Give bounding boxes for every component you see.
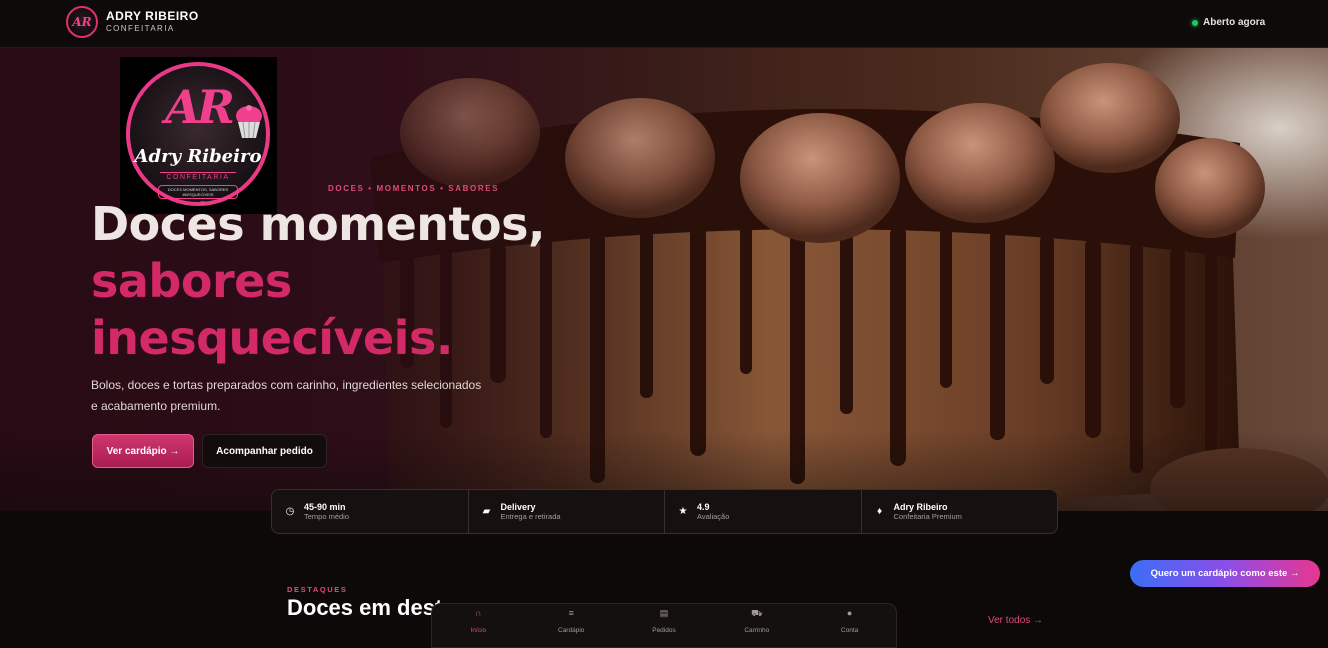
brand-logo: AR (66, 6, 98, 38)
stat-title: 45-90 min (304, 501, 346, 512)
brand-text: ADRY RIBEIRO CONFEITARIA (106, 10, 199, 34)
open-status-label: Aberto agora (1203, 17, 1266, 28)
stat-subtitle: Tempo médio (304, 511, 350, 521)
headline-line-2: sabores (91, 254, 292, 308)
stat-subtitle: Entrega e retirada (500, 511, 561, 521)
highlights-eyebrow: DESTAQUES (287, 585, 348, 594)
headline-line-3: inesquecíveis. (91, 311, 453, 365)
stat-subtitle: Avaliação (697, 511, 730, 521)
nav-label: Conta (840, 627, 859, 634)
stat-subtitle: Confeitaria Premium (893, 511, 962, 521)
brand-link[interactable]: AR ADRY RIBEIRO CONFEITARIA (66, 6, 199, 38)
menu-icon: ≡ (568, 608, 574, 618)
home-icon: ∩ (475, 608, 482, 618)
cupcake-icon (236, 105, 262, 139)
clock-icon: ◷ (285, 506, 295, 517)
logo-subtitle: CONFEITARIA (160, 172, 236, 181)
floating-cta-button[interactable]: Quero um cardápio como este → (1130, 560, 1320, 587)
stat-title: Adry Ribeiro (893, 501, 948, 512)
diamond-icon: ♦ (876, 506, 883, 517)
headline-line-1: Doces momentos, (91, 197, 546, 251)
brand-subtitle: CONFEITARIA (106, 24, 175, 33)
logo-script: Adry Ribeiro (134, 146, 262, 167)
delivery-icon: ▰ (482, 506, 491, 517)
top-header: AR ADRY RIBEIRO CONFEITARIA Aberto agora (0, 0, 1328, 48)
bottom-navigation: ∩ Início ≡ Cardápio ▤ Pedidos ⛟ Carrinho… (431, 603, 897, 648)
hero-headline: Doces momentos, sabores inesquecíveis. (91, 196, 546, 367)
star-icon: ★ (678, 506, 688, 517)
brand-logo-initials: AR (72, 15, 92, 29)
stat-brand: ♦ Adry Ribeiro Confeitaria Premium (862, 490, 1058, 533)
brand-name: ADRY RIBEIRO (106, 9, 199, 23)
logo-ring: AR Adry Ribeiro CONFEITARIA DOCES MOMENT… (126, 62, 270, 208)
nav-label: Início (470, 627, 487, 634)
open-status: Aberto agora (1192, 17, 1265, 28)
status-dot-icon (1192, 19, 1198, 26)
view-menu-button[interactable]: Ver cardápio → (92, 434, 194, 468)
hero-eyebrow: DOCES • MOMENTOS • SABORES (328, 184, 500, 193)
account-icon: ● (846, 608, 853, 618)
stat-time: ◷ 45-90 min Tempo médio (272, 490, 469, 533)
stat-rating: ★ 4.9 Avaliação (665, 490, 862, 533)
hero-logo: AR Adry Ribeiro CONFEITARIA DOCES MOMENT… (120, 57, 277, 214)
nav-label: Pedidos (652, 627, 676, 634)
orders-icon: ▤ (659, 608, 669, 618)
nav-label: Carrinho (744, 627, 770, 634)
track-order-button[interactable]: Acompanhar pedido (202, 434, 327, 468)
cart-icon: ⛟ (751, 608, 763, 618)
stat-delivery: ▰ Delivery Entrega e retirada (469, 490, 665, 533)
stat-title: Delivery (500, 501, 536, 512)
see-all-link[interactable]: Ver todos → (988, 615, 1043, 626)
nav-label: Cardápio (558, 627, 585, 634)
stat-title: 4.9 (697, 501, 710, 512)
hero-description: Bolos, doces e tortas preparados com car… (91, 378, 482, 413)
stats-bar: ◷ 45-90 min Tempo médio ▰ Delivery Entre… (271, 489, 1058, 534)
